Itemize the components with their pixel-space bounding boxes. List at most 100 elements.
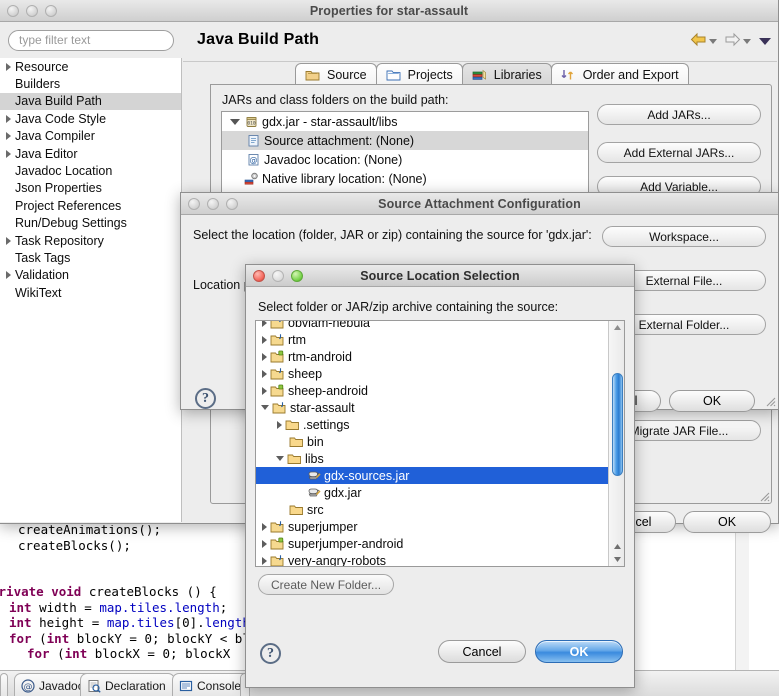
tree-row-star-assault[interactable]: star-assault — [256, 399, 608, 416]
back-arrow-icon[interactable] — [690, 32, 707, 50]
collapse-arrow-icon[interactable] — [230, 118, 240, 125]
workspace-button[interactable]: Workspace... — [602, 226, 766, 247]
tree-row-sheep[interactable]: sheep — [256, 365, 608, 382]
expand-arrow-icon[interactable] — [262, 352, 267, 361]
tree-row-libs[interactable]: libs — [256, 450, 608, 467]
tab-console[interactable]: Console — [172, 673, 251, 696]
tree-row-native-library[interactable]: Native library location: (None) — [222, 169, 588, 188]
preferences-tree[interactable]: Resource Builders Java Build Path Java C… — [0, 58, 182, 522]
tree-row-label: rtm-android — [288, 349, 352, 364]
tab-partial-left[interactable] — [0, 673, 8, 696]
sidebar-item-resource[interactable]: Resource — [0, 58, 181, 75]
expand-arrow-icon[interactable] — [262, 539, 267, 548]
source-location-cancel-button[interactable]: Cancel — [438, 640, 526, 663]
tree-row-sheep-android[interactable]: sheep-android — [256, 382, 608, 399]
sidebar-item-javadoc-location[interactable]: Javadoc Location — [0, 162, 181, 179]
tree-row-superjumper-android[interactable]: superjumper-android — [256, 535, 608, 552]
tree-row-rtm[interactable]: rtm — [256, 331, 608, 348]
tree-row-source-attachment[interactable]: Source attachment: (None) — [222, 131, 588, 150]
sidebar-item-run-debug-settings[interactable]: Run/Debug Settings — [0, 215, 181, 232]
zoom-button[interactable] — [45, 5, 57, 17]
editor-vertical-scrollbar[interactable] — [735, 525, 749, 670]
scroll-up-arrow-icon[interactable] — [609, 321, 624, 334]
minimize-button[interactable] — [26, 5, 38, 17]
tree-row-bin[interactable]: bin — [256, 433, 608, 450]
help-question-icon[interactable]: ? — [195, 388, 217, 410]
create-new-folder-button[interactable]: Create New Folder... — [258, 574, 395, 595]
tree-row-rtm-android[interactable]: rtm-android — [256, 348, 608, 365]
button-label: OK — [717, 515, 737, 529]
tab-order-and-export[interactable]: Order and Export — [550, 63, 689, 85]
tree-row-superjumper[interactable]: superjumper — [256, 518, 608, 535]
expand-arrow-icon[interactable] — [262, 335, 267, 344]
scroll-down-arrow-icon[interactable] — [609, 553, 624, 566]
resize-grip[interactable] — [763, 394, 776, 407]
sidebar-item-java-code-style[interactable]: Java Code Style — [0, 110, 181, 127]
sidebar-item-java-compiler[interactable]: Java Compiler — [0, 128, 181, 145]
collapse-arrow-icon[interactable] — [276, 456, 284, 461]
zoom-button[interactable] — [226, 198, 238, 210]
scroll-up-arrow-bottom-icon[interactable] — [609, 540, 624, 553]
expand-arrow-icon[interactable] — [6, 271, 11, 280]
zoom-button[interactable] — [291, 270, 303, 282]
source-attachment-ok-button[interactable]: OK — [669, 390, 755, 412]
expand-arrow-icon[interactable] — [262, 386, 267, 395]
back-history-chevron-down-icon[interactable] — [709, 38, 717, 44]
tree-row-very-angry-robots[interactable]: very-angry-robots — [256, 552, 608, 566]
close-button[interactable] — [188, 198, 200, 210]
tab-declaration[interactable]: Declaration — [80, 673, 175, 696]
tree-row-javadoc-location[interactable]: @ Javadoc location: (None) — [222, 150, 588, 169]
tree-row-settings[interactable]: .settings — [256, 416, 608, 433]
properties-titlebar[interactable]: Properties for star-assault — [0, 0, 778, 22]
add-jars-button[interactable]: Add JARs... — [597, 104, 761, 125]
expand-arrow-icon[interactable] — [277, 420, 282, 429]
sidebar-item-builders[interactable]: Builders — [0, 75, 181, 92]
expand-arrow-icon[interactable] — [262, 556, 267, 565]
expand-arrow-icon[interactable] — [262, 522, 267, 531]
sidebar-item-project-references[interactable]: Project References — [0, 197, 181, 214]
close-button[interactable] — [7, 5, 19, 17]
sidebar-item-wikitext[interactable]: WikiText — [0, 284, 181, 301]
source-location-ok-button[interactable]: OK — [535, 640, 623, 663]
expand-arrow-icon[interactable] — [6, 236, 11, 245]
tab-projects[interactable]: Projects — [375, 63, 463, 85]
tree-row-src[interactable]: src — [256, 501, 608, 518]
source-attachment-titlebar[interactable]: Source Attachment Configuration — [181, 193, 778, 215]
search-input[interactable]: type filter text — [8, 30, 174, 51]
jar-file-icon — [306, 486, 321, 499]
expand-arrow-icon[interactable] — [6, 62, 11, 71]
add-external-jars-button[interactable]: Add External JARs... — [597, 142, 761, 163]
minimize-button[interactable] — [272, 270, 284, 282]
tab-libraries[interactable]: Libraries — [461, 63, 552, 85]
tree-row-gdx-jar[interactable]: 010 gdx.jar - star-assault/libs — [222, 112, 588, 131]
expand-arrow-icon[interactable] — [6, 149, 11, 158]
sidebar-item-java-build-path[interactable]: Java Build Path — [0, 92, 181, 111]
folder-tree[interactable]: obviam-nebula rtm rtm-android sheep shee… — [255, 320, 625, 567]
expand-arrow-icon[interactable] — [262, 369, 267, 378]
close-button[interactable] — [253, 270, 265, 282]
expand-arrow-icon[interactable] — [262, 321, 267, 327]
sidebar-item-java-editor[interactable]: Java Editor — [0, 145, 181, 162]
tab-source[interactable]: Source — [295, 63, 377, 85]
sidebar-item-task-tags[interactable]: Task Tags — [0, 249, 181, 266]
view-menu-chevron-down-icon[interactable] — [759, 37, 771, 45]
folder-tree-scrollbar[interactable] — [608, 321, 624, 566]
sidebar-item-task-repository[interactable]: Task Repository — [0, 232, 181, 249]
scrollbar-thumb[interactable] — [612, 373, 623, 476]
expand-arrow-icon[interactable] — [6, 132, 11, 141]
tree-row-obviam-nebula[interactable]: obviam-nebula — [256, 321, 608, 331]
resize-grip[interactable] — [757, 489, 770, 502]
properties-ok-button[interactable]: OK — [683, 511, 771, 533]
collapse-arrow-icon[interactable] — [261, 405, 269, 410]
forward-history-chevron-down-icon[interactable] — [743, 38, 751, 44]
help-question-icon[interactable]: ? — [260, 643, 281, 664]
sidebar-item-json-properties[interactable]: Json Properties — [0, 180, 181, 197]
tree-row-gdx-jar[interactable]: gdx.jar — [256, 484, 608, 501]
tree-row-gdx-sources-jar[interactable]: gdx-sources.jar — [256, 467, 608, 484]
sidebar-item-validation[interactable]: Validation — [0, 267, 181, 284]
minimize-button[interactable] — [207, 198, 219, 210]
project-folder-android-icon — [270, 537, 285, 550]
source-location-titlebar[interactable]: Source Location Selection — [246, 265, 634, 287]
folder-icon — [285, 418, 300, 431]
expand-arrow-icon[interactable] — [6, 114, 11, 123]
